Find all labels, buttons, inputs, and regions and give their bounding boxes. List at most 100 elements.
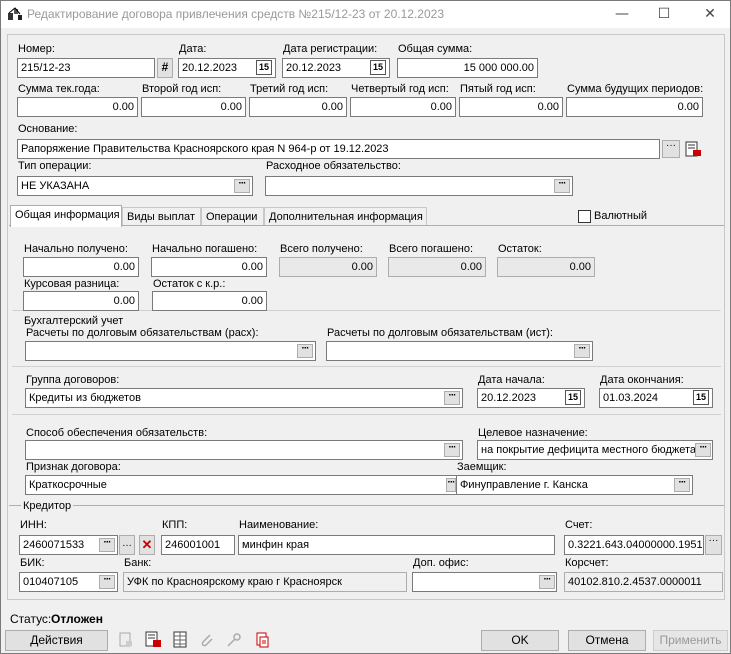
kurs-input[interactable]: 0.00	[23, 291, 139, 311]
buh-ist-select-button[interactable]: ···	[574, 344, 590, 358]
data-okonch-calendar-icon[interactable]: 15	[693, 390, 709, 405]
sposob-label: Способ обеспечения обязательств:	[26, 427, 208, 439]
nach-poluch-input[interactable]: 0.00	[23, 257, 139, 277]
buh-ist-input[interactable]	[326, 341, 593, 361]
nach-poluch-label: Начально получено:	[24, 243, 128, 255]
valutny-label: Валютный	[594, 210, 648, 222]
osnovanie-document-icon[interactable]	[684, 141, 702, 159]
spreadsheet-icon[interactable]	[171, 631, 189, 649]
dialog-window: Редактирование договора привлечения сред…	[0, 0, 731, 654]
ok-button[interactable]: OK	[481, 630, 559, 651]
actions-button[interactable]: Действия	[5, 630, 108, 651]
general-info-panel: Начально получено: 0.00 Начально погашен…	[9, 225, 724, 501]
data-calendar-icon[interactable]: 15	[256, 60, 272, 75]
vsego-poluch-input: 0.00	[279, 257, 377, 277]
schet-label: Счет:	[565, 519, 593, 531]
cancel-button[interactable]: Отмена	[568, 630, 646, 651]
sposob-input[interactable]	[25, 440, 463, 460]
future-input[interactable]: 0.00	[566, 97, 703, 117]
key-icon[interactable]	[225, 631, 243, 649]
app-icon	[8, 7, 22, 20]
priznak-label: Признак договора:	[26, 461, 121, 473]
year-4-input[interactable]: 0.00	[350, 97, 456, 117]
kreditor-title: Кредитор	[21, 500, 74, 512]
celevoe-select-button[interactable]: ···	[695, 443, 711, 457]
osnovanie-label: Основание:	[18, 123, 78, 135]
inn-more-button[interactable]: …	[119, 535, 135, 555]
tab-general[interactable]: Общая информация	[10, 205, 122, 227]
bank-label: Банк:	[124, 557, 152, 569]
year-4-label: Четвертый год исп:	[351, 83, 449, 95]
schet-select-button[interactable]: ···	[705, 535, 722, 555]
year-3-input[interactable]: 0.00	[249, 97, 347, 117]
tab-operations[interactable]: Операции	[201, 207, 264, 227]
kpp-input[interactable]: 246001001	[161, 535, 235, 555]
nomer-input[interactable]: 215/12-23	[17, 58, 155, 78]
export-doc-icon[interactable]	[144, 631, 162, 649]
celevoe-input[interactable]: на покрытие дефицита местного бюджета	[477, 440, 713, 460]
naim-input[interactable]: минфин края	[238, 535, 555, 555]
data-okonch-label: Дата окончания:	[600, 374, 684, 386]
data-nachala-calendar-icon[interactable]: 15	[565, 390, 581, 405]
buh-ist-label: Расчеты по долговым обязательствам (ист)…	[327, 327, 553, 339]
inn-clear-icon[interactable]: ✕	[139, 535, 155, 555]
ostatok-label: Остаток:	[498, 243, 542, 255]
year-1-input[interactable]: 0.00	[17, 97, 138, 117]
status-label: Статус:	[10, 612, 52, 626]
rashod-input[interactable]	[265, 176, 573, 196]
attach-icon[interactable]	[198, 631, 216, 649]
korr-input: 40102.810.2.4537.0000011	[564, 572, 723, 592]
new-doc-icon[interactable]	[117, 631, 135, 649]
ostatok-kr-input[interactable]: 0.00	[152, 291, 267, 311]
nomer-label: Номер:	[18, 43, 55, 55]
priznak-select-button[interactable]: ···	[446, 478, 456, 492]
schet-input[interactable]: 0.3221.643.04000000.1951	[564, 535, 704, 555]
bik-select-button[interactable]: ···	[99, 575, 115, 589]
apply-button[interactable]: Применить	[653, 630, 728, 651]
osnovanie-select-button[interactable]: ···	[662, 140, 680, 158]
summa-label: Общая сумма:	[398, 43, 473, 55]
buh-rash-input[interactable]	[25, 341, 316, 361]
copy-doc-icon[interactable]	[253, 631, 271, 649]
tab-additional[interactable]: Дополнительная информация	[264, 207, 427, 227]
title-bar: Редактирование договора привлечения сред…	[1, 1, 730, 28]
priznak-input[interactable]: Краткосрочные	[25, 475, 457, 495]
buh-rash-select-button[interactable]: ···	[297, 344, 313, 358]
rashod-select-button[interactable]: ···	[554, 179, 570, 193]
summa-input[interactable]: 15 000 000.00	[397, 58, 538, 78]
dop-select-button[interactable]: ···	[539, 575, 555, 589]
maximize-button[interactable]: ☐	[649, 4, 679, 24]
zaemshik-input[interactable]: Финуправление г. Канска	[456, 475, 693, 495]
bik-label: БИК:	[20, 557, 45, 569]
gruppa-input[interactable]: Кредиты из бюджетов	[25, 388, 463, 408]
close-button[interactable]: ✕	[695, 4, 725, 24]
minimize-button[interactable]: —	[607, 4, 637, 24]
data-reg-calendar-icon[interactable]: 15	[370, 60, 386, 75]
zaemshik-label: Заемщик:	[457, 461, 507, 473]
sposob-select-button[interactable]: ···	[444, 443, 460, 457]
status-value: Отложен	[51, 612, 103, 626]
year-2-input[interactable]: 0.00	[141, 97, 246, 117]
number-generate-button[interactable]: #	[157, 58, 173, 78]
bank-input: УФК по Красноярскому краю г Красноярск	[123, 572, 407, 592]
nach-pogash-input[interactable]: 0.00	[151, 257, 267, 277]
year-5-input[interactable]: 0.00	[459, 97, 563, 117]
tip-operacii-label: Тип операции:	[18, 160, 92, 172]
inn-select-button[interactable]: ···	[99, 538, 115, 552]
celevoe-label: Целевое назначение:	[478, 427, 588, 439]
data-reg-label: Дата регистрации:	[283, 43, 378, 55]
nach-pogash-label: Начально погашено:	[152, 243, 258, 255]
gruppa-select-button[interactable]: ···	[444, 391, 460, 405]
valutny-checkbox[interactable]	[578, 210, 591, 223]
future-label: Сумма будущих периодов:	[567, 83, 704, 95]
year-3-label: Третий год исп:	[250, 83, 329, 95]
tab-payment-types[interactable]: Виды выплат	[122, 207, 201, 227]
osnovanie-input[interactable]: Рапоряжение Правительства Красноярского …	[17, 139, 660, 159]
data-label: Дата:	[179, 43, 207, 55]
rashod-label: Расходное обязательство:	[266, 160, 401, 172]
dop-input[interactable]	[412, 572, 557, 592]
inn-label: ИНН:	[20, 519, 47, 531]
tip-operacii-input[interactable]: НЕ УКАЗАНА	[17, 176, 253, 196]
tip-operacii-select-button[interactable]: ···	[234, 179, 250, 193]
zaemshik-select-button[interactable]: ···	[674, 478, 690, 492]
